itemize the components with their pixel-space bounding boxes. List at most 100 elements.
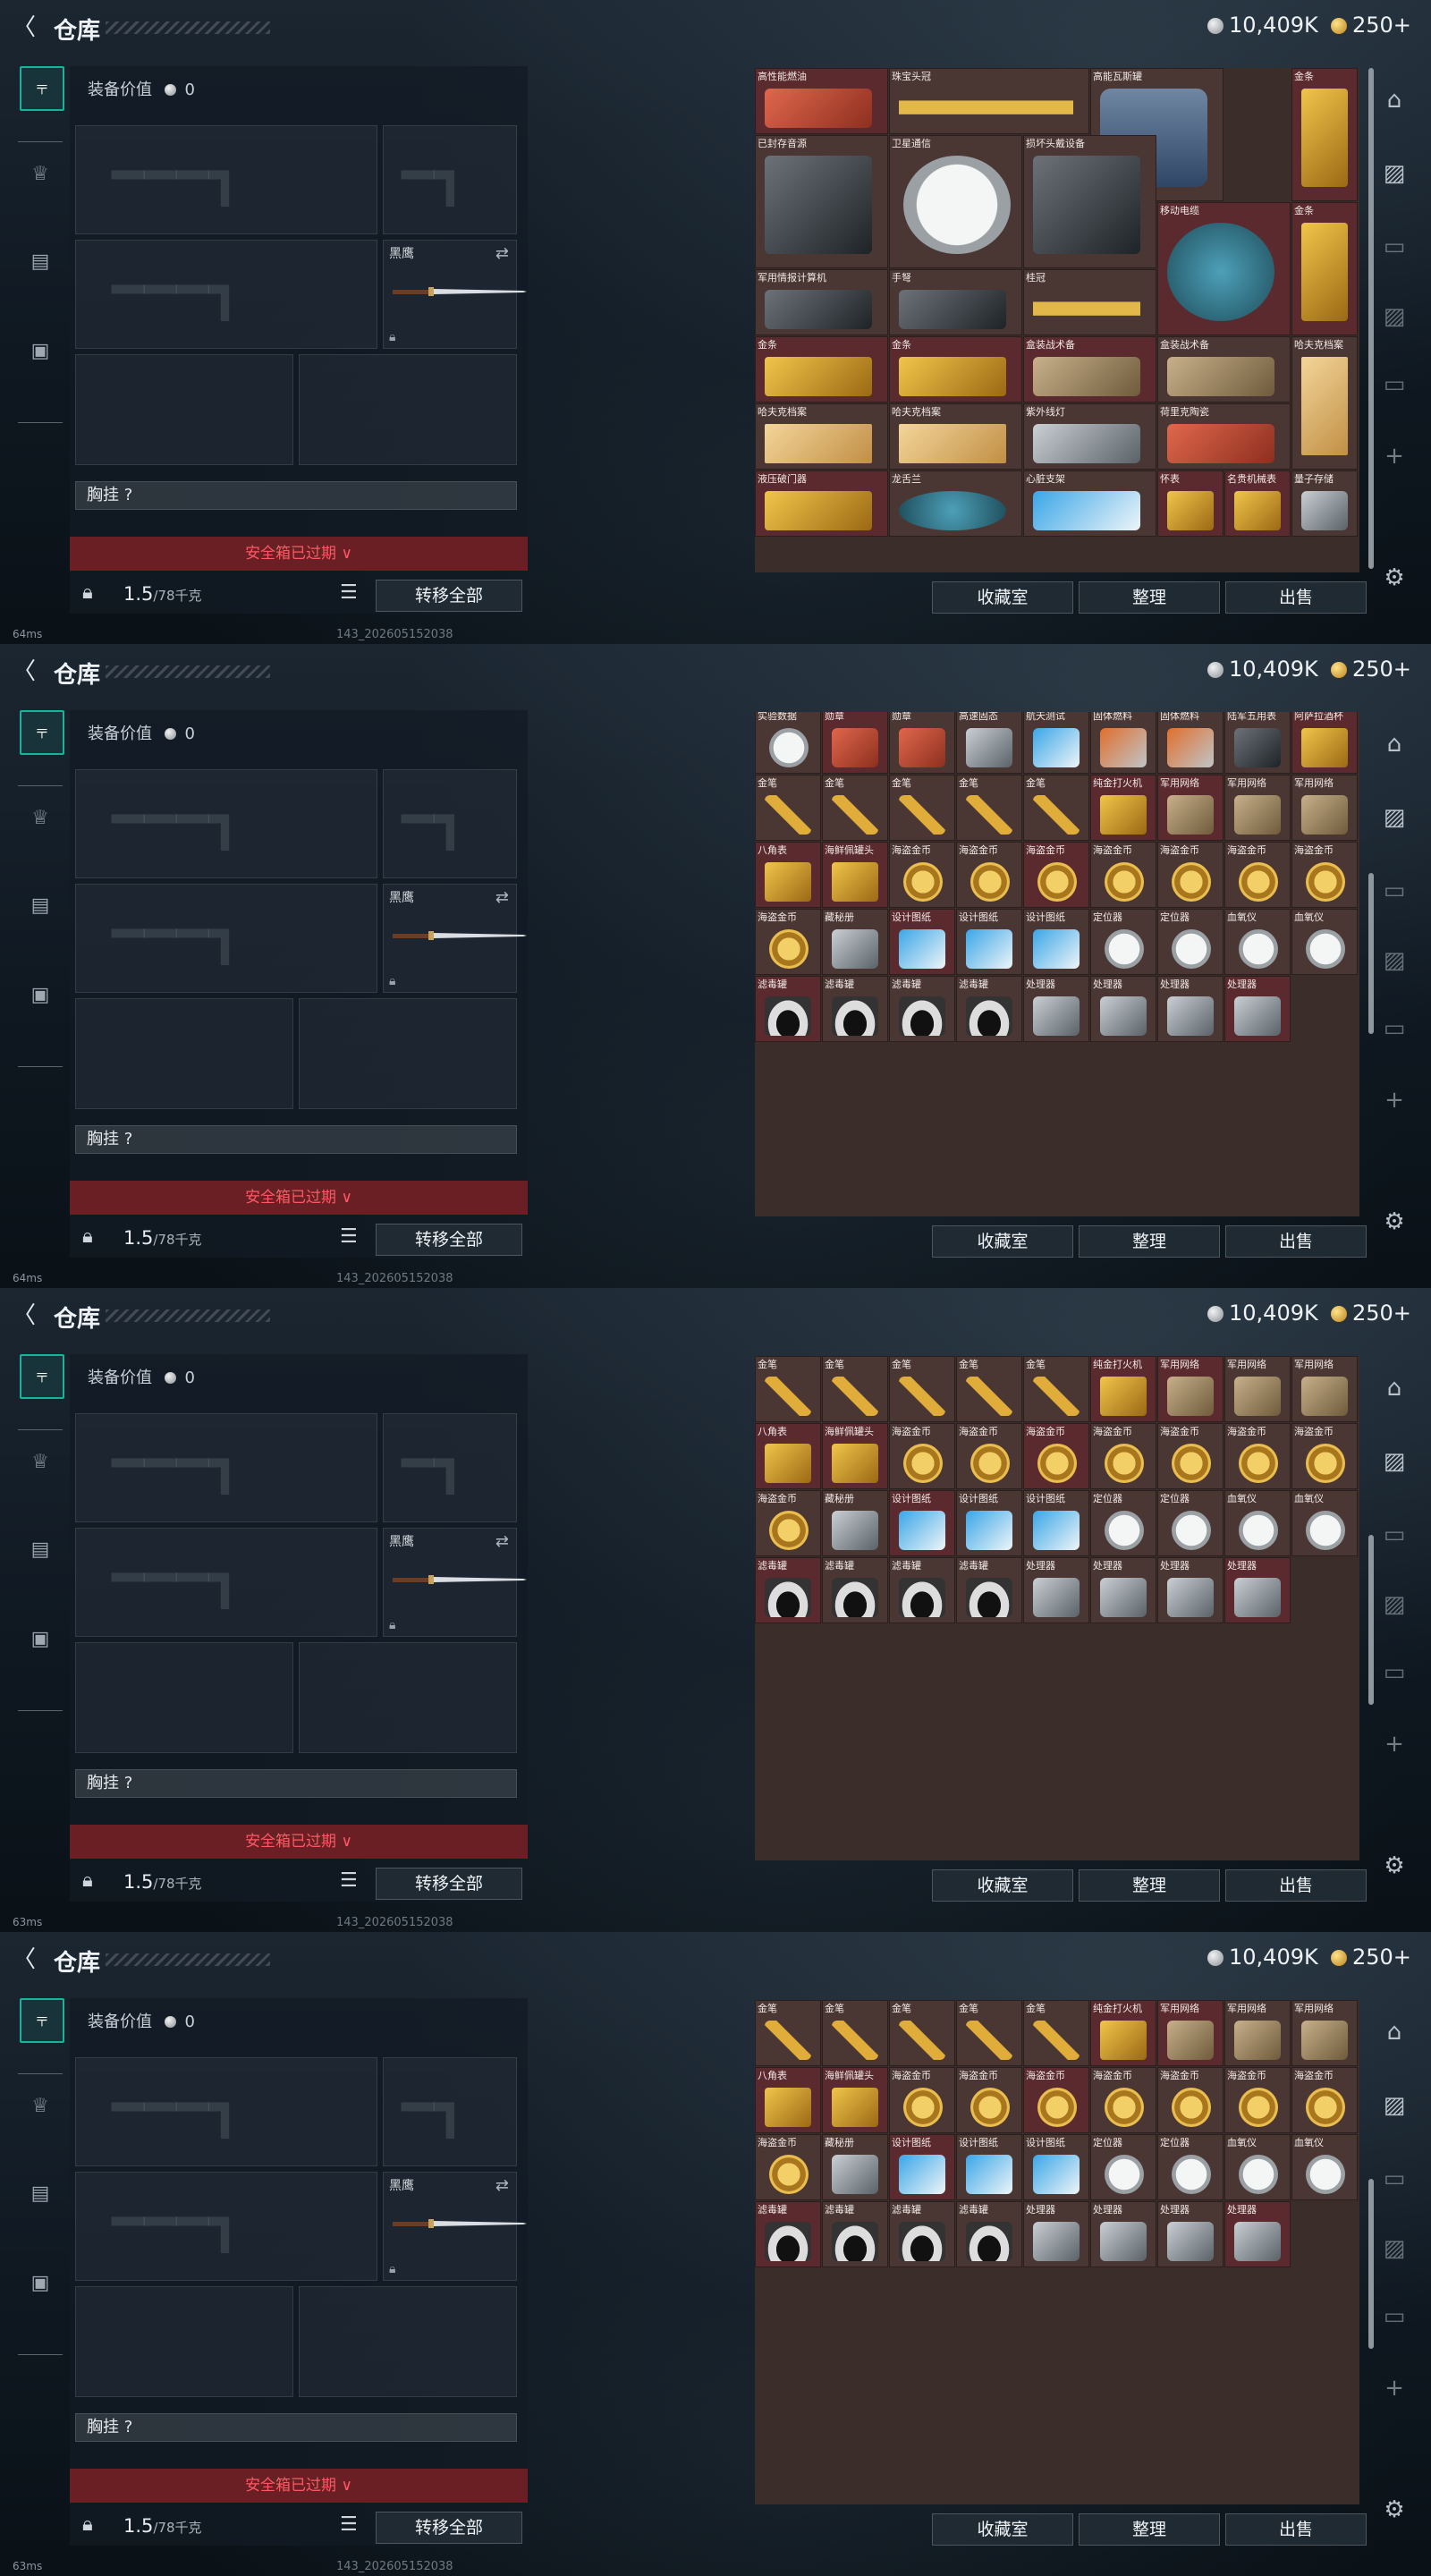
melee-slot[interactable]: 黑鹰 ⇄ 🔒︎ — [383, 1528, 527, 1637]
pistol-slot[interactable]: ━┓ — [383, 769, 517, 878]
inventory-item[interactable]: 金笔 — [822, 2000, 888, 2066]
inventory-item[interactable]: 血氧仪 — [1224, 909, 1291, 975]
inventory-item[interactable]: 纯金打火机 — [1090, 775, 1156, 841]
inventory-item[interactable]: 海盗金币 — [956, 1423, 1022, 1489]
inventory-item[interactable]: 处理器 — [1224, 2201, 1291, 2267]
secondary-weapon-slot[interactable]: ━━━┓ — [75, 884, 377, 993]
inventory-item[interactable]: 海盗金币 — [1224, 1423, 1291, 1489]
inventory-item[interactable]: 海盗金币 — [889, 2067, 955, 2133]
inventory-item[interactable]: 血氧仪 — [1291, 909, 1358, 975]
inventory-item[interactable]: 处理器 — [1023, 2201, 1089, 2267]
inventory-item[interactable]: 金条 — [1291, 68, 1358, 201]
inventory-item[interactable]: 处理器 — [1090, 2201, 1156, 2267]
inventory-item[interactable]: 定位器 — [1090, 909, 1156, 975]
transfer-all-button[interactable]: 转移全部 — [376, 1868, 522, 1900]
armor-slot[interactable] — [299, 2286, 517, 2397]
settings-gear-icon[interactable]: ⚙ — [1372, 2492, 1417, 2528]
inventory-item[interactable]: 桂冠 — [1023, 269, 1156, 335]
inventory-item[interactable]: 盒装战术备 — [1023, 336, 1156, 402]
weapons-tab-icon[interactable]: ⫧ — [20, 710, 64, 755]
inventory-item[interactable]: 金笔 — [956, 775, 1022, 841]
pistol-slot[interactable]: ━┓ — [383, 125, 517, 234]
inventory-item[interactable]: 定位器 — [1090, 1490, 1156, 1556]
inventory-item[interactable]: 藏秘册 — [822, 909, 888, 975]
inventory-item[interactable]: 陆军五用表 — [1224, 712, 1291, 774]
inventory-item[interactable]: 滤毒罐 — [755, 1557, 821, 1623]
gold-currency[interactable]: 250+ — [1331, 657, 1411, 682]
inventory-item[interactable]: 处理器 — [1090, 1557, 1156, 1623]
sort-button[interactable]: 整理 — [1079, 1869, 1220, 1902]
inventory-item[interactable]: 固体燃料 — [1157, 712, 1224, 774]
inventory-item[interactable]: 名贵机械表 — [1224, 470, 1291, 537]
inventory-item[interactable]: 八角表 — [755, 1423, 821, 1489]
inventory-item[interactable]: 海盗金币 — [956, 2067, 1022, 2133]
inventory-item[interactable]: 设计图纸 — [1023, 909, 1089, 975]
inventory-item[interactable]: 海盗金币 — [1023, 2067, 1089, 2133]
page-tab-icon[interactable]: ▭ — [1372, 1011, 1417, 1046]
list-view-icon[interactable]: ☰ — [340, 2513, 358, 2536]
inventory-item[interactable]: 海盗金币 — [1157, 1423, 1224, 1489]
inventory-item[interactable]: 高速固态 — [956, 712, 1022, 774]
inventory-item[interactable]: 滤毒罐 — [889, 1557, 955, 1623]
inventory-item[interactable]: 金笔 — [956, 2000, 1022, 2066]
inventory-item[interactable]: 海盗金币 — [1291, 2067, 1358, 2133]
vest-tab-icon[interactable]: ▤ — [20, 242, 61, 283]
image-tab-icon[interactable]: ▨ — [1372, 1444, 1417, 1479]
inventory-item[interactable]: 海盗金币 — [755, 909, 821, 975]
inventory-item[interactable]: 处理器 — [1224, 976, 1291, 1042]
safe-box-expired-banner[interactable]: 安全箱已过期 ∨ — [70, 2469, 528, 2503]
home-icon[interactable]: ⌂ — [1372, 2014, 1417, 2050]
inventory-item[interactable]: 滤毒罐 — [822, 2201, 888, 2267]
chest-rig-slot[interactable]: 胸挂 ? — [75, 2413, 517, 2442]
inventory-item[interactable]: 金笔 — [889, 775, 955, 841]
inventory-item[interactable]: 金笔 — [889, 1356, 955, 1422]
inventory-item[interactable]: 海盗金币 — [755, 2134, 821, 2200]
inventory-item[interactable]: 血氧仪 — [1224, 1490, 1291, 1556]
swap-icon[interactable]: ⇄ — [495, 1532, 509, 1551]
inventory-item[interactable]: 设计图纸 — [956, 909, 1022, 975]
helmet-slot[interactable] — [75, 354, 293, 465]
inventory-item[interactable]: 定位器 — [1157, 1490, 1224, 1556]
inventory-item[interactable]: 海盗金币 — [1224, 2067, 1291, 2133]
inventory-item[interactable]: 滤毒罐 — [956, 2201, 1022, 2267]
inventory-item[interactable]: 滤毒罐 — [956, 976, 1022, 1042]
inventory-item[interactable]: 哈夫克档案 — [755, 403, 888, 470]
backpack-tab-icon[interactable]: ▣ — [20, 975, 61, 1016]
inventory-item[interactable]: 金条 — [1291, 202, 1358, 335]
armor-slot[interactable] — [299, 1642, 517, 1753]
list-view-icon[interactable]: ☰ — [340, 581, 358, 604]
weapons-tab-icon[interactable]: ⫧ — [20, 1354, 64, 1399]
image-tab-icon[interactable]: ▨ — [1372, 943, 1417, 979]
inventory-item[interactable]: 移动电缆 — [1157, 202, 1291, 335]
inventory-item[interactable]: 滤毒罐 — [755, 976, 821, 1042]
inventory-item[interactable]: 处理器 — [1023, 976, 1089, 1042]
inventory-item[interactable]: 量子存储 — [1291, 470, 1358, 537]
inventory-item[interactable]: 金笔 — [755, 775, 821, 841]
inventory-item[interactable]: 海盗金币 — [956, 842, 1022, 908]
melee-slot[interactable]: 黑鹰 ⇄ 🔒︎ — [383, 884, 527, 993]
sell-button[interactable]: 出售 — [1225, 2513, 1367, 2546]
back-arrow-icon[interactable]: 〈 — [11, 1946, 38, 1973]
inventory-item[interactable]: 军用网络 — [1291, 2000, 1358, 2066]
inventory-item[interactable]: 海盗金币 — [1157, 842, 1224, 908]
sell-button[interactable]: 出售 — [1225, 1869, 1367, 1902]
helmet-tab-icon[interactable]: ♕ — [20, 2086, 61, 2127]
inventory-item[interactable]: 金笔 — [889, 2000, 955, 2066]
helmet-tab-icon[interactable]: ♕ — [20, 1442, 61, 1483]
inventory-item[interactable]: 金条 — [889, 336, 1022, 402]
vest-tab-icon[interactable]: ▤ — [20, 886, 61, 927]
inventory-item[interactable]: 金笔 — [956, 1356, 1022, 1422]
page-tab-icon[interactable]: ▭ — [1372, 873, 1417, 909]
inventory-item[interactable]: 军用网络 — [1224, 775, 1291, 841]
inventory-item[interactable]: 军用网络 — [1157, 1356, 1224, 1422]
inventory-item[interactable]: 卫星通信 — [889, 135, 1022, 268]
inventory-item[interactable]: 实验数据 — [755, 712, 821, 774]
page-tab-icon[interactable]: ▭ — [1372, 229, 1417, 265]
inventory-item[interactable]: 液压破门器 — [755, 470, 888, 537]
back-arrow-icon[interactable]: 〈 — [11, 1302, 38, 1329]
page-tab-icon[interactable]: ▭ — [1372, 1517, 1417, 1553]
secondary-weapon-slot[interactable]: ━━━┓ — [75, 240, 377, 349]
inventory-item[interactable]: 定位器 — [1157, 909, 1224, 975]
inventory-item[interactable]: 海盗金币 — [1090, 842, 1156, 908]
chest-rig-slot[interactable]: 胸挂 ? — [75, 1769, 517, 1798]
